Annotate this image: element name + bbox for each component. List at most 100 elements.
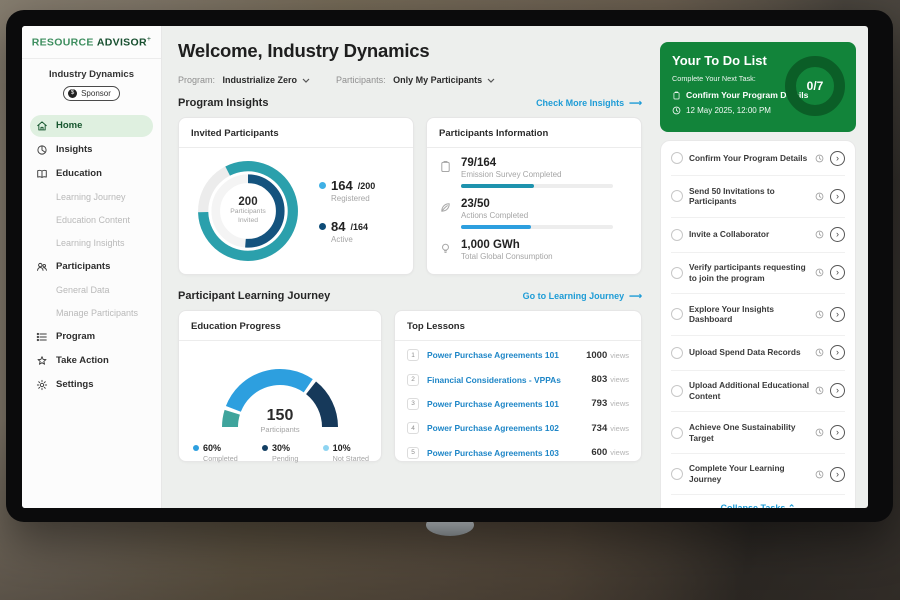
legend-dot (262, 445, 268, 451)
home-icon (36, 120, 48, 132)
sidebar-item-insights[interactable]: Insights (22, 138, 161, 162)
task-open-button[interactable]: › (830, 345, 845, 360)
task-checkbox[interactable] (671, 308, 683, 320)
task-list: Confirm Your Program Details › Send 50 I… (660, 140, 856, 508)
views-count: 803 (591, 374, 607, 385)
sidebar-item-label: Take Action (56, 355, 109, 366)
task-row[interactable]: Upload Additional Educational Content › (671, 371, 845, 413)
participants-filter-dropdown[interactable]: Only My Participants (393, 75, 495, 85)
lesson-link[interactable]: Financial Considerations - VPPAs (427, 375, 591, 385)
logo-part1: RESOURCE (32, 37, 94, 49)
sponsor-badge-wrap: $ Sponsor (22, 86, 161, 101)
program-filter-dropdown[interactable]: Industrialize Zero (223, 75, 311, 85)
lesson-link[interactable]: Power Purchase Agreements 102 (427, 423, 591, 433)
settings-icon (36, 379, 48, 391)
sidebar-item-settings[interactable]: Settings (22, 373, 161, 397)
lesson-row[interactable]: 1 Power Purchase Agreements 101 1000 vie… (407, 343, 629, 367)
sidebar-item-general-data[interactable]: General Data (22, 279, 161, 302)
sidebar-item-label: General Data (56, 285, 110, 295)
lesson-row[interactable]: 5 Power Purchase Agreements 103 600 view… (407, 441, 629, 465)
sidebar-item-home[interactable]: Home (30, 115, 153, 137)
clipboard-icon (439, 160, 452, 173)
task-row[interactable]: Achieve One Sustainability Target › (671, 412, 845, 454)
card-title: Education Progress (179, 311, 381, 341)
task-row[interactable]: Confirm Your Program Details › (671, 141, 845, 176)
sidebar-item-manage-participants[interactable]: Manage Participants (22, 302, 161, 325)
desk-background: RESOURCE ADVISOR+ Industry Dynamics $ Sp… (0, 0, 900, 600)
stat-value: 23/50 (461, 198, 613, 210)
section-title: Participant Learning Journey (178, 290, 330, 302)
lesson-link[interactable]: Power Purchase Agreements 101 (427, 350, 586, 360)
sidebar-item-learning-insights[interactable]: Learning Insights (22, 232, 161, 255)
sponsor-label: Sponsor (81, 89, 111, 98)
task-label: Explore Your Insights Dashboard (689, 304, 809, 326)
lesson-row[interactable]: 2 Financial Considerations - VPPAs 803 v… (407, 367, 629, 391)
task-label: Upload Additional Educational Content (689, 380, 809, 402)
stat-label: Total Global Consumption (461, 252, 553, 261)
sidebar-item-label: Learning Insights (56, 238, 125, 248)
views-count: 1000 (586, 350, 607, 361)
task-row[interactable]: Send 50 Invitations to Participants › (671, 176, 845, 218)
clock-icon (815, 470, 824, 479)
sidebar-item-program[interactable]: Program (22, 325, 161, 349)
lesson-row[interactable]: 4 Power Purchase Agreements 102 734 view… (407, 416, 629, 440)
task-row[interactable]: Complete Your Learning Journey › (671, 454, 845, 496)
task-checkbox[interactable] (671, 347, 683, 359)
sidebar-item-label: Home (56, 120, 82, 131)
sidebar-item-education-content[interactable]: Education Content (22, 209, 161, 232)
card-title: Participants Information (427, 118, 641, 148)
task-open-button[interactable]: › (830, 425, 845, 440)
sidebar-item-participants[interactable]: Participants (22, 255, 161, 279)
task-checkbox[interactable] (671, 229, 683, 241)
sidebar-item-take-action[interactable]: Take Action (22, 349, 161, 373)
legend-pct: 10% (333, 443, 351, 453)
task-open-button[interactable]: › (830, 151, 845, 166)
go-to-learning-journey-link[interactable]: Go to Learning Journey ⟶ (523, 291, 642, 302)
todo-column: Your To Do List Complete Your Next Task:… (654, 26, 868, 508)
lesson-link[interactable]: Power Purchase Agreements 101 (427, 399, 591, 409)
check-more-insights-link[interactable]: Check More Insights ⟶ (536, 98, 642, 109)
task-checkbox[interactable] (671, 385, 683, 397)
chevron-right-icon: › (836, 427, 839, 437)
sidebar-item-label: Education (56, 168, 102, 179)
task-checkbox[interactable] (671, 427, 683, 439)
task-row[interactable]: Upload Spend Data Records › (671, 336, 845, 371)
clock-icon (815, 348, 824, 357)
todo-counter: 0/7 (807, 79, 824, 93)
collapse-tasks-link[interactable]: Collapse Tasks ⌃ (671, 495, 845, 508)
clock-icon (815, 230, 824, 239)
sidebar-item-education[interactable]: Education (22, 162, 161, 186)
task-open-button[interactable]: › (830, 467, 845, 482)
sidebar-item-label: Settings (56, 379, 93, 390)
lesson-row[interactable]: 3 Power Purchase Agreements 101 793 view… (407, 392, 629, 416)
task-open-button[interactable]: › (830, 265, 845, 280)
task-row[interactable]: Explore Your Insights Dashboard › (671, 294, 845, 336)
chevron-right-icon: › (836, 153, 839, 163)
lesson-link[interactable]: Power Purchase Agreements 103 (427, 448, 591, 458)
legend-completed: 60% Completed (193, 443, 238, 463)
rank-badge: 3 (407, 398, 419, 410)
legend-label: Pending (272, 454, 298, 463)
task-open-button[interactable]: › (830, 227, 845, 242)
views-suffix: views (610, 375, 629, 384)
legend-value: 164 (331, 178, 353, 193)
task-open-button[interactable]: › (830, 189, 845, 204)
legend-not-started: 10% Not Started (323, 443, 369, 463)
arrow-right-icon: ⟶ (629, 291, 642, 302)
task-open-button[interactable]: › (830, 307, 845, 322)
program-filter-label: Program: (178, 75, 215, 85)
task-row[interactable]: Invite a Collaborator › (671, 218, 845, 253)
filter-bar: Program: Industrialize Zero Participants… (178, 75, 642, 85)
task-checkbox[interactable] (671, 468, 683, 480)
clock-icon (815, 268, 824, 277)
link-label: Collapse Tasks (721, 503, 786, 508)
task-checkbox[interactable] (671, 152, 683, 164)
task-open-button[interactable]: › (830, 383, 845, 398)
task-checkbox[interactable] (671, 267, 683, 279)
task-checkbox[interactable] (671, 190, 683, 202)
task-row[interactable]: Verify participants requesting to join t… (671, 253, 845, 295)
clock-icon (815, 386, 824, 395)
views-suffix: views (610, 351, 629, 360)
sidebar-item-learning-journey[interactable]: Learning Journey (22, 186, 161, 209)
sidebar-item-label: Participants (56, 261, 110, 272)
